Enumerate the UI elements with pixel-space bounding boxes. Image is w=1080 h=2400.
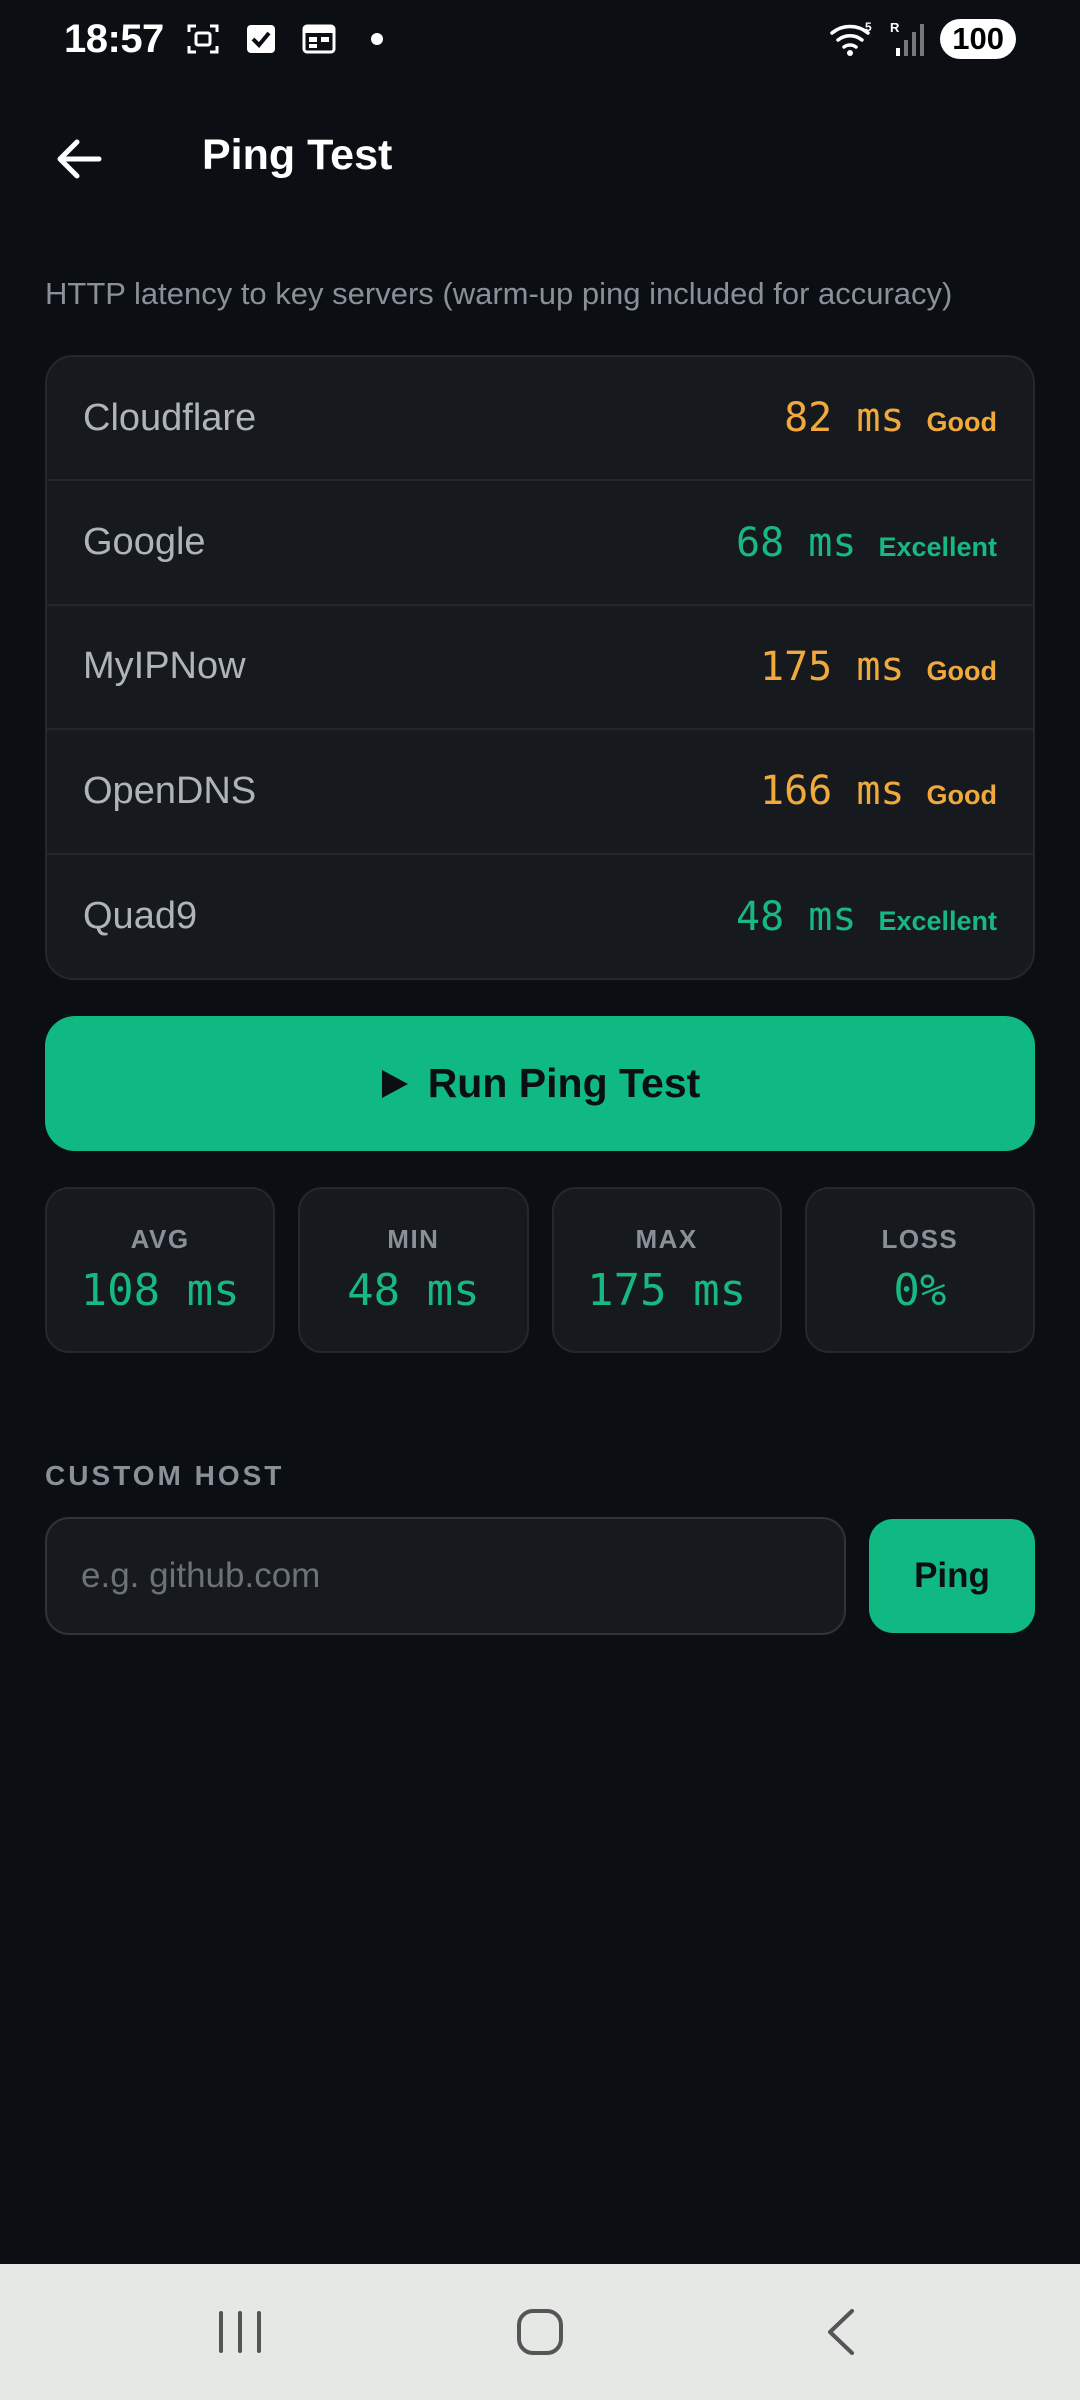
- latency-value: 166 ms: [760, 768, 905, 815]
- run-ping-test-button[interactable]: Run Ping Test: [45, 1016, 1035, 1151]
- stat-label: LOSS: [881, 1224, 959, 1254]
- stat-label: AVG: [130, 1224, 190, 1254]
- status-bar-right: 5 R 100: [828, 19, 1016, 59]
- screenshot-icon: [184, 20, 222, 58]
- stat-loss: LOSS 0%: [804, 1187, 1035, 1353]
- wifi-icon: 5: [828, 20, 876, 58]
- back-button[interactable]: [44, 124, 114, 194]
- latency-value: 48 ms: [736, 893, 857, 940]
- calendar-icon: [300, 20, 338, 58]
- latency-value: 68 ms: [736, 519, 857, 566]
- server-result: 175 ms Good: [760, 644, 997, 690]
- server-name: OpenDNS: [83, 769, 257, 812]
- stat-value: 48 ms: [347, 1265, 480, 1316]
- arrow-left-icon: [57, 139, 102, 179]
- server-result: 166 ms Good: [760, 768, 997, 814]
- recent-apps-icon: [219, 2311, 261, 2353]
- battery-indicator: 100: [940, 19, 1016, 59]
- ping-button[interactable]: Ping: [869, 1519, 1035, 1633]
- stat-value: 175 ms: [587, 1265, 747, 1316]
- stats-summary: AVG 108 ms MIN 48 ms MAX 175 ms LOSS 0%: [45, 1187, 1035, 1353]
- dot-icon: [358, 20, 396, 58]
- server-row-myipnow: MyIPNow 175 ms Good: [47, 606, 1033, 731]
- stat-min: MIN 48 ms: [298, 1187, 529, 1353]
- server-name: Cloudflare: [83, 396, 257, 439]
- home-icon: [517, 2309, 563, 2355]
- latency-value: 82 ms: [784, 395, 905, 442]
- checkbox-icon: [242, 20, 280, 58]
- home-button[interactable]: [480, 2282, 600, 2382]
- system-nav-bar: [0, 2264, 1080, 2400]
- chevron-left-icon: [828, 2309, 854, 2355]
- run-button-label: Run Ping Test: [427, 1060, 701, 1106]
- play-icon: [381, 1069, 408, 1098]
- app-bar: Ping Test: [0, 110, 1080, 200]
- stat-label: MAX: [635, 1224, 698, 1254]
- stat-max: MAX 175 ms: [551, 1187, 782, 1353]
- system-back-button[interactable]: [780, 2282, 900, 2382]
- status-bar-left: 18:57: [64, 17, 396, 62]
- svg-text:R: R: [890, 20, 900, 35]
- server-name: MyIPNow: [83, 645, 246, 688]
- stat-value: 108 ms: [80, 1265, 240, 1316]
- status-time: 18:57: [64, 16, 164, 61]
- server-row-quad9: Quad9 48 ms Excellent: [47, 855, 1033, 978]
- rating-badge: Good: [926, 407, 997, 438]
- stat-value: 0%: [893, 1265, 947, 1316]
- svg-text:5: 5: [865, 20, 872, 34]
- rating-badge: Excellent: [878, 531, 997, 562]
- custom-host-label: CUSTOM HOST: [45, 1460, 285, 1491]
- stat-label: MIN: [387, 1224, 440, 1254]
- server-row-cloudflare: Cloudflare 82 ms Good: [47, 357, 1033, 482]
- server-name: Google: [83, 521, 206, 564]
- page-title: Ping Test: [202, 131, 393, 179]
- rating-badge: Excellent: [878, 905, 997, 936]
- server-row-google: Google 68 ms Excellent: [47, 481, 1033, 606]
- server-name: Quad9: [83, 895, 198, 938]
- server-row-opendns: OpenDNS 166 ms Good: [47, 730, 1033, 855]
- stat-avg: AVG 108 ms: [45, 1187, 276, 1353]
- signal-icon: R: [888, 20, 928, 58]
- latency-value: 175 ms: [760, 643, 905, 690]
- recent-apps-button[interactable]: [180, 2282, 300, 2382]
- server-result: 48 ms Excellent: [736, 894, 997, 940]
- server-result: 82 ms Good: [784, 395, 997, 441]
- page-subtitle: HTTP latency to key servers (warm-up pin…: [45, 276, 953, 311]
- server-result: 68 ms Excellent: [736, 520, 997, 566]
- rating-badge: Good: [926, 655, 997, 686]
- server-list: Cloudflare 82 ms Good Google 68 ms Excel…: [45, 355, 1035, 980]
- status-bar: 18:57 5 R 100: [0, 0, 1080, 78]
- custom-host-input[interactable]: [45, 1517, 846, 1635]
- rating-badge: Good: [926, 780, 997, 811]
